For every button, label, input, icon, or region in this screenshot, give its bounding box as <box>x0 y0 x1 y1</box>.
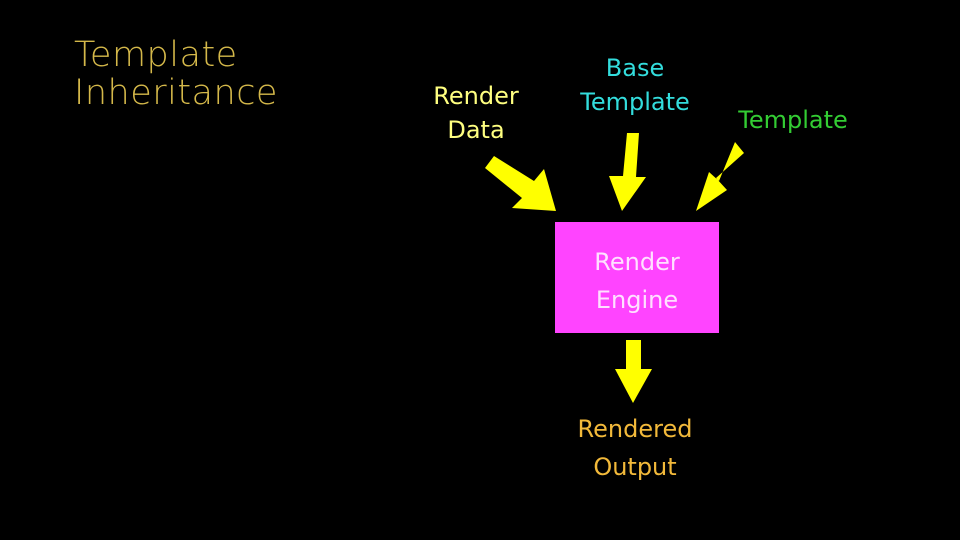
rendered-output-label-line-2: Output <box>593 453 677 481</box>
render-engine-box: Render Engine <box>555 222 719 333</box>
arrows-layer <box>485 133 744 403</box>
render-engine-label-line-1: Render <box>594 248 680 276</box>
render-engine-label-line-2: Engine <box>595 286 679 314</box>
arrow-base-template-to-engine <box>609 133 646 211</box>
arrow-template-to-engine <box>696 142 744 211</box>
rendered-output-label: Rendered Output <box>560 410 710 486</box>
arrow-engine-to-output <box>615 340 652 403</box>
rendered-output-label-line-1: Rendered <box>577 415 693 443</box>
arrow-render-data-to-engine <box>485 156 556 211</box>
